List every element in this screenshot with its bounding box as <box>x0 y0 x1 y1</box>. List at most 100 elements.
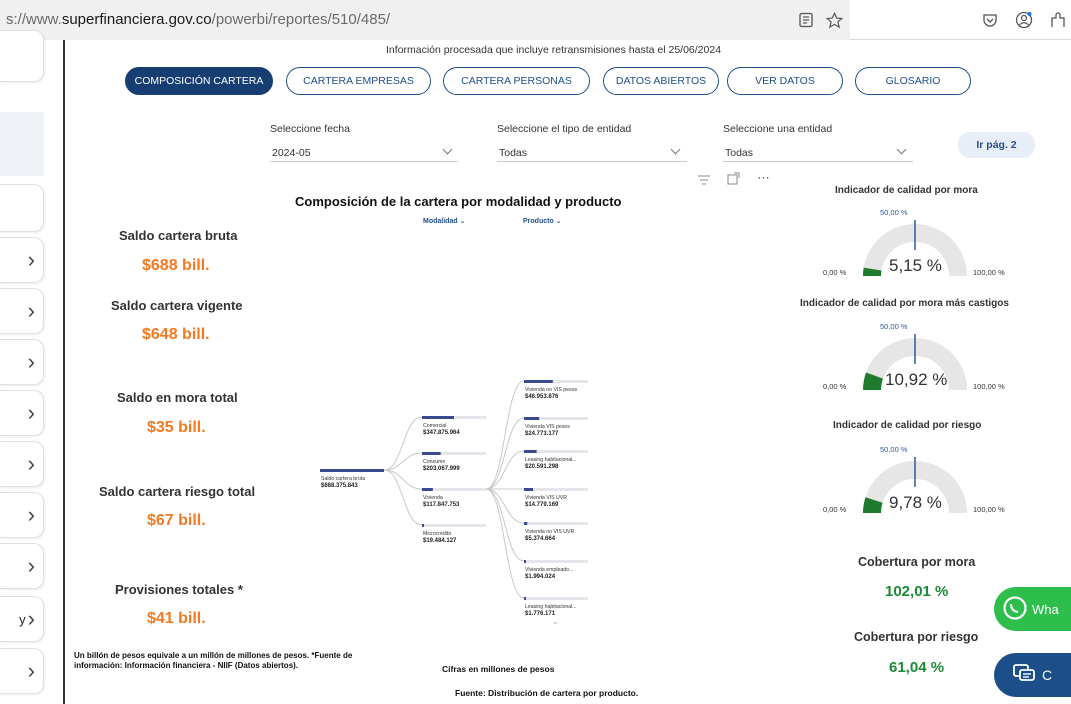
gauge-value-mora: 5,15 % <box>889 256 942 275</box>
sidebar-item-2[interactable]: › <box>0 288 44 334</box>
sidebar-item-1[interactable]: › <box>0 237 44 283</box>
sidebar-item-8[interactable]: y › <box>0 596 44 642</box>
account-icon[interactable] <box>1012 8 1036 32</box>
tree-node-value: $347.875.964 <box>423 430 460 436</box>
tree-node-value: $46.953.876 <box>525 394 559 400</box>
chart-header-modalidad[interactable]: Modalidad ⌄ <box>423 217 465 225</box>
tree-node-label: Vivienda no VIS UVR <box>525 529 574 535</box>
chevron-right-icon: › <box>27 502 35 527</box>
chart-title: Composición de la cartera por modalidad … <box>295 194 622 209</box>
sidebar-item-3[interactable]: › <box>0 339 44 385</box>
tree-node-value: $203.067.999 <box>423 466 460 472</box>
sidebar-item-6[interactable]: › <box>0 492 44 538</box>
browser-toolbar: s://www.superfinanciera.gov.co/powerbi/r… <box>0 0 1071 40</box>
tree-node-value: $14.779.169 <box>525 502 559 508</box>
filter-entity-type-value: Todas <box>499 146 528 159</box>
reader-view-icon[interactable] <box>794 8 818 32</box>
tab-ver-datos[interactable]: VER DATOS <box>727 67 843 95</box>
sidebar-item-5[interactable]: › <box>0 441 44 487</box>
tree-bar <box>422 524 424 527</box>
chart-header-producto[interactable]: Producto ⌄ <box>523 217 562 225</box>
chevron-right-icon: › <box>27 658 35 683</box>
tree-link <box>485 417 525 490</box>
focus-mode-icon[interactable] <box>727 172 740 190</box>
more-options-icon[interactable]: ⋯ <box>757 170 770 186</box>
sidebar-card[interactable] <box>0 30 44 82</box>
tree-link <box>485 488 525 562</box>
tree-node-label: Vivienda VIS UVR <box>525 495 567 501</box>
tree-node-label: Comercial <box>423 423 446 429</box>
gauge-min-label: 0,00 % <box>823 268 847 277</box>
tree-node-value: $1.994.024 <box>525 574 556 580</box>
filter-icon[interactable] <box>698 173 710 191</box>
tree-node-value: $20.591.298 <box>525 464 559 470</box>
sidebar-item-7[interactable]: › <box>0 543 44 589</box>
chat-icon <box>1012 663 1036 688</box>
tree-producto-node: Vivienda VIS UVR$14.779.169 <box>524 488 588 508</box>
bookmark-star-icon[interactable] <box>822 8 846 32</box>
chevron-down-icon <box>442 144 453 155</box>
decomposition-tree[interactable]: Saldo cartera bruta$688.375.843 Comercial… <box>300 360 620 630</box>
tree-modalidad-node: Microcrédito$19.484.127 <box>422 524 486 544</box>
filter-date-label: Seleccione fecha <box>270 123 350 135</box>
gauge-max-label: 100,00 % <box>973 382 1005 391</box>
filter-date-value: 2024-05 <box>272 146 311 159</box>
chevron-right-icon: › <box>27 451 35 476</box>
tree-node-value: $117.847.753 <box>423 502 460 508</box>
sidebar-item-4[interactable]: › <box>0 390 44 436</box>
tab-cartera-empresas[interactable]: CARTERA EMPRESAS <box>286 67 431 95</box>
whatsapp-button[interactable]: Wha <box>994 587 1071 631</box>
tree-producto-node: Vivienda empleado...$1.994.024 <box>524 560 588 580</box>
tree-producto-node: Vivienda no VIS pesos$46.953.876 <box>524 380 588 400</box>
tree-node-label: Vivienda empleado... <box>525 567 573 573</box>
tree-bar <box>524 450 537 453</box>
filter-entity-type-dropdown[interactable]: Todas <box>497 144 687 162</box>
pocket-icon[interactable] <box>978 8 1002 32</box>
gauge-title-mora: Indicador de calidad por mora <box>835 185 978 196</box>
filter-entity-dropdown[interactable]: Todas <box>723 144 913 162</box>
kpi-title-saldo-vigente: Saldo cartera vigente <box>111 298 243 313</box>
address-bar[interactable]: s://www.superfinanciera.gov.co/powerbi/r… <box>0 0 850 40</box>
gauge-min-label: 0,00 % <box>823 382 847 391</box>
gauge-title-riesgo: Indicador de calidad por riesgo <box>833 420 982 431</box>
kpi-title-saldo-bruta: Saldo cartera bruta <box>119 228 238 243</box>
chart-source-note: Fuente: Distribución de cartera por prod… <box>455 688 639 698</box>
tree-node-label: Vivienda no VIS pesos <box>525 387 578 393</box>
sidebar-item-9[interactable]: › <box>0 648 44 694</box>
whatsapp-icon <box>1002 595 1028 624</box>
filter-entity-label: Seleccione una entidad <box>723 123 833 135</box>
tab-glosario[interactable]: GLOSARIO <box>855 67 971 95</box>
tree-bar-track <box>524 522 588 525</box>
tree-scroll-down-icon: ⌄ <box>552 617 559 626</box>
chat-button[interactable]: C <box>994 653 1071 697</box>
gauge-value-riesgo: 9,78 % <box>889 493 942 512</box>
url-text[interactable]: s://www.superfinanciera.gov.co/powerbi/r… <box>6 11 390 28</box>
filter-date-dropdown[interactable]: 2024-05 <box>270 144 458 162</box>
filter-entity-value: Todas <box>725 146 754 159</box>
go-to-page-2-button[interactable]: Ir pág. 2 <box>958 132 1035 158</box>
sidebar-divider <box>63 40 65 704</box>
tree-bar-track <box>524 560 588 563</box>
tree-bar-track <box>524 597 588 600</box>
kpi-title-mora-total: Saldo en mora total <box>117 390 238 405</box>
tab-datos-abiertos[interactable]: DATOS ABIERTOS <box>603 67 719 95</box>
tree-bar <box>422 452 441 455</box>
tree-bar <box>422 416 454 419</box>
tree-node-value: $19.484.127 <box>423 538 457 544</box>
tree-root-node: Saldo cartera bruta$688.375.843 <box>320 469 384 489</box>
gauge-title-mora-castigos: Indicador de calidad por mora más castig… <box>800 298 1009 309</box>
tree-bar-track <box>524 488 588 491</box>
extensions-icon[interactable] <box>1046 8 1070 32</box>
sidebar-card[interactable] <box>0 184 44 232</box>
tab-composicion-cartera[interactable]: COMPOSICIÓN CARTERA <box>125 67 273 95</box>
chevron-right-icon: › <box>27 400 35 425</box>
tab-cartera-personas[interactable]: CARTERA PERSONAS <box>443 67 590 95</box>
tree-bar <box>524 560 526 563</box>
tree-node-label: Leasing habitacional... <box>525 457 577 463</box>
kpi-value-riesgo-total: $67 bill. <box>147 512 206 529</box>
tree-link <box>485 488 525 524</box>
tree-producto-node: Leasing habitacional...$20.591.298 <box>524 450 588 470</box>
tree-node-value: $24.773.177 <box>525 431 559 437</box>
tree-modalidad-node: Comercial$347.875.964 <box>422 416 486 436</box>
gauge-value-mora-castigos: 10,92 % <box>885 370 948 389</box>
